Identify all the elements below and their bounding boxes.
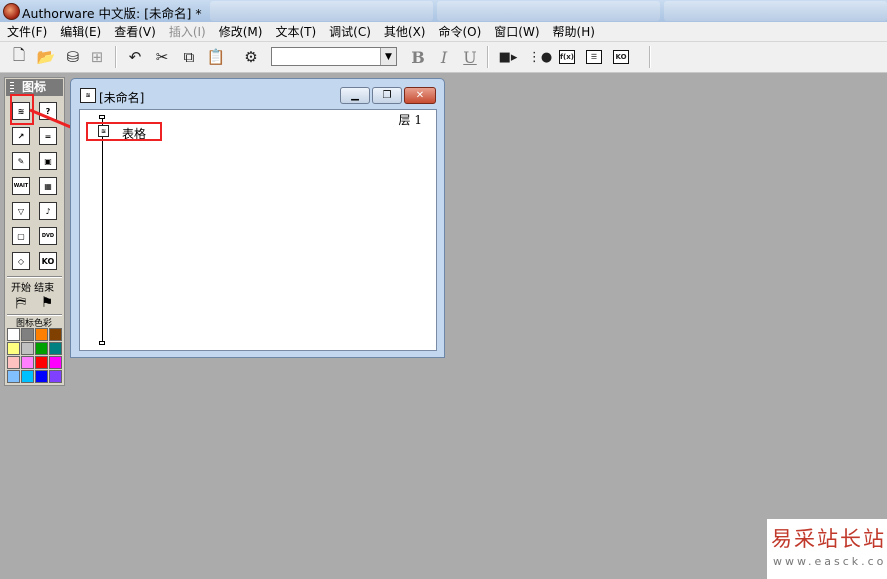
restore-button[interactable]: ❐ [372, 87, 402, 104]
minimize-button[interactable]: ▁ [340, 87, 370, 104]
flowline-window[interactable]: ≋ [未命名] ▁ ❐ ✕ 层 1 ≋ 表格 [70, 78, 445, 358]
flowline-window-title: [未命名] [99, 91, 145, 105]
flowline [102, 118, 103, 345]
watermark: 易采站长站 www.easck.com [767, 519, 887, 579]
flowline-end-marker [99, 341, 105, 345]
watermark-url: www.easck.com [773, 555, 887, 568]
layer-label: 层 1 [398, 113, 422, 127]
design-window-icon: ≋ [80, 88, 96, 103]
highlight-box [86, 122, 162, 141]
close-button[interactable]: ✕ [404, 87, 436, 104]
flowline-canvas[interactable]: 层 1 ≋ 表格 [79, 109, 437, 351]
watermark-main: 易采站长站 [771, 527, 886, 551]
